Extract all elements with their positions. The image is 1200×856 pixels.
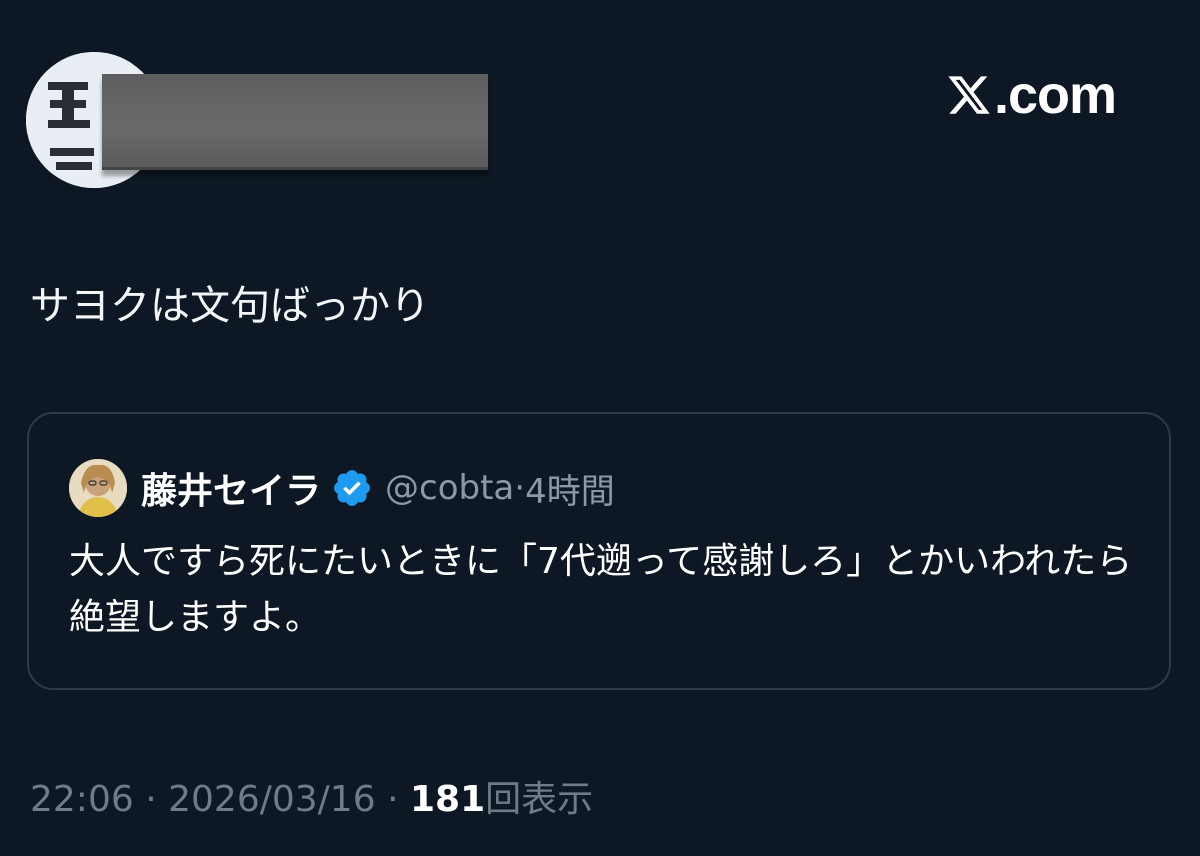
quoted-post-time[interactable]: 4時間 — [525, 464, 615, 513]
footer-separator: · — [145, 779, 157, 820]
redacted-username-box — [102, 74, 488, 170]
quoted-author-avatar[interactable] — [69, 459, 127, 517]
footer-separator: · — [387, 779, 399, 820]
quoted-post-text: 大人ですら死にたいときに「7代遡って感謝しろ」とかいわれたら絶望しますよ。 — [69, 541, 1133, 638]
verified-badge-icon — [331, 467, 373, 509]
quoted-post-card[interactable]: 藤井セイラ @cobta · 4時間 大人ですら死にたいときに「7代遡って感謝し… — [27, 412, 1171, 690]
post-footer: 22:06 · 2026/03/16 · 181回表示 — [30, 770, 593, 822]
brand-domain-label: .com — [994, 65, 1117, 125]
quoted-author-handle[interactable]: @cobta — [385, 468, 514, 508]
x-com-watermark: .com — [946, 60, 1117, 130]
views-count[interactable]: 181 — [410, 779, 485, 820]
post-date[interactable]: 2026/03/16 — [168, 779, 376, 820]
quoted-author-name[interactable]: 藤井セイラ — [141, 462, 321, 514]
views-label: 回表示 — [485, 779, 594, 820]
post-time[interactable]: 22:06 — [30, 779, 134, 820]
quoted-post-header: 藤井セイラ @cobta · 4時間 — [69, 458, 615, 518]
x-logo-icon — [946, 72, 992, 118]
meta-separator: · — [514, 468, 526, 508]
post-text: サヨクは文句ばっかり — [30, 283, 430, 329]
